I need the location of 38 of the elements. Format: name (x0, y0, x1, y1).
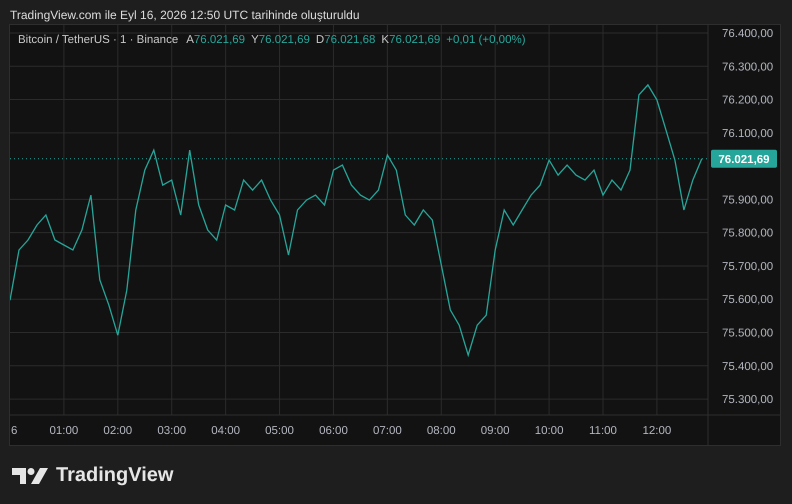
price-axis-label: 75.600,00 (722, 294, 774, 306)
price-axis-label: 75.400,00 (722, 360, 774, 373)
ohlc-label: A (186, 34, 194, 46)
time-axis-label: 04:00 (211, 425, 240, 437)
day-label: 6 (11, 425, 18, 437)
time-axis-label: 02:00 (103, 425, 132, 437)
price-axis-label: 76.300,00 (722, 61, 774, 74)
time-axis-label: 03:00 (157, 425, 186, 437)
ohlc-label: D (316, 34, 324, 46)
ohlc-value: 76.021,69 (389, 34, 440, 46)
price-axis-label: 76.200,00 (722, 94, 774, 107)
symbol-label: Bitcoin / TetherUS · 1 · Binance (18, 34, 178, 46)
price-tag: 76.021,69 (711, 150, 777, 168)
time-axis-label: 01:00 (50, 425, 78, 437)
brand-name: TradingView (56, 464, 174, 487)
time-axis-label: 07:00 (372, 425, 402, 437)
time-axis-label: 11:00 (589, 425, 617, 437)
time-axis-label: 09:00 (480, 425, 510, 437)
ohlc-label: Y (251, 34, 259, 46)
ohlc-value: 76.021,69 (194, 34, 246, 46)
time-axis-label: 05:00 (265, 425, 294, 437)
price-axis-label: 75.900,00 (722, 194, 774, 206)
price-axis-label: 76.400,00 (722, 28, 774, 40)
price-axis-label: 75.700,00 (722, 260, 774, 273)
chart-caption: TradingView.com ile Eyl 16, 2026 12:50 UTC tarihinde oluşturuldu (9, 7, 361, 24)
price-axis-label: 75.500,00 (722, 328, 774, 340)
time-axis-label: 12:00 (642, 425, 672, 437)
ohlc-label: K (381, 34, 390, 46)
price-axis-label: 75.800,00 (722, 228, 774, 240)
price-axis-label: 75.300,00 (722, 394, 774, 406)
time-axis-label: 06:00 (319, 425, 348, 437)
logo-icon (12, 468, 48, 484)
ohlc-value: 76.021,68 (324, 34, 376, 46)
time-axis-label: 10:00 (534, 425, 564, 437)
price-axis-label: 76.100,00 (722, 128, 774, 140)
ohlc-value: 76.021,69 (258, 34, 310, 46)
change-value: +0,01 (+0,00%) (446, 34, 526, 46)
time-axis-label: 08:00 (426, 425, 456, 437)
